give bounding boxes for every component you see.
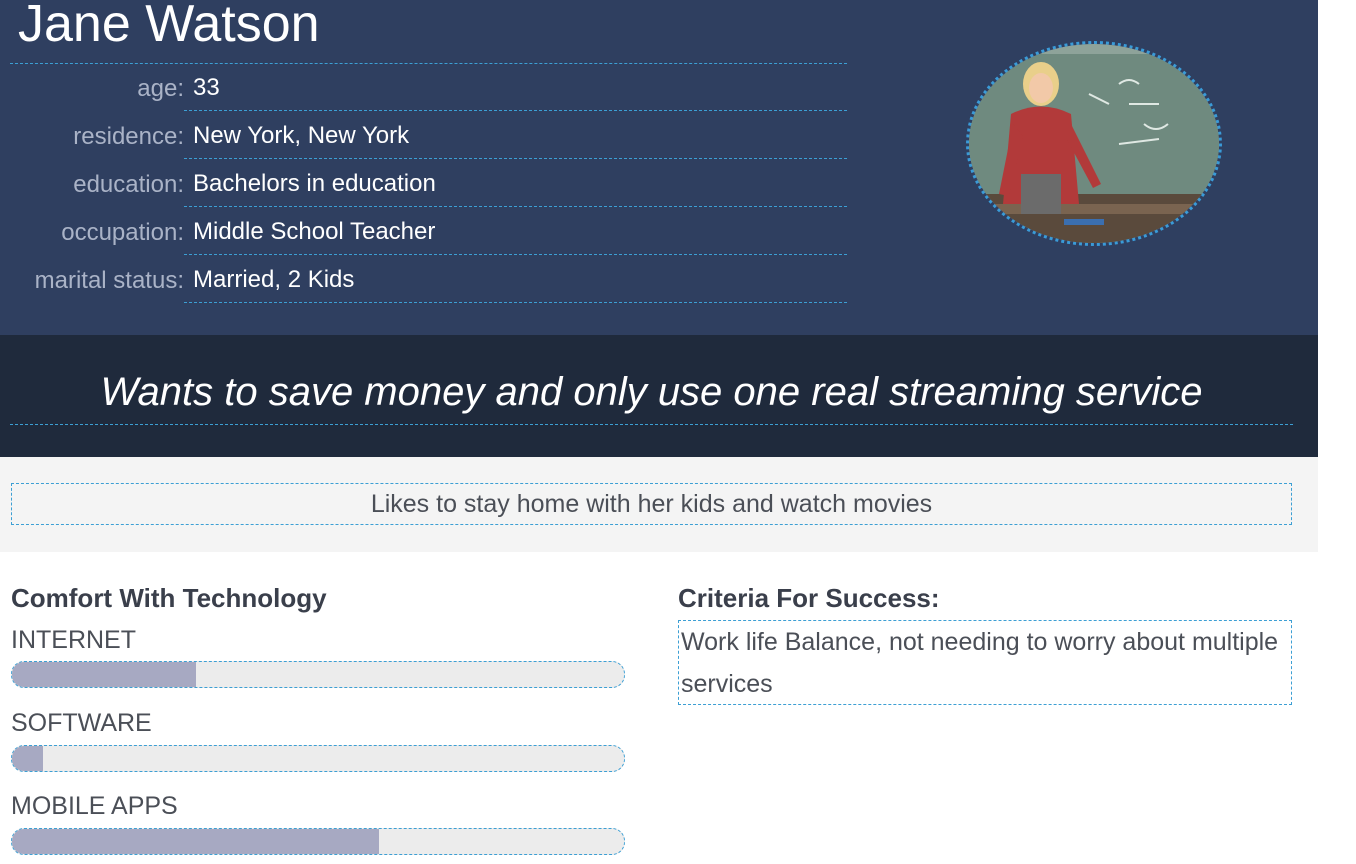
field-label: age: — [137, 75, 184, 102]
field-label: marital status: — [34, 267, 184, 294]
meter-fill — [12, 829, 380, 854]
meter-label-internet: INTERNET — [11, 626, 136, 654]
meter-internet[interactable] — [11, 661, 625, 688]
field-education: education: Bachelors in education — [0, 161, 848, 209]
meter-fill — [12, 662, 196, 687]
field-occupation: occupation: Middle School Teacher — [0, 209, 848, 257]
meter-fill — [12, 746, 43, 771]
persona-header: Jane Watson age: 33 residence: New York,… — [0, 0, 1318, 335]
field-label: education: — [73, 171, 184, 198]
field-value-marital-status[interactable]: Married, 2 Kids — [184, 257, 847, 303]
goal-band: Wants to save money and only use one rea… — [0, 335, 1318, 457]
field-value-education[interactable]: Bachelors in education — [184, 161, 847, 207]
field-label: occupation: — [61, 219, 184, 246]
meter-label-software: SOFTWARE — [11, 709, 152, 737]
field-label: residence: — [73, 123, 184, 150]
meter-mobile-apps[interactable] — [11, 828, 625, 855]
criteria-title: Criteria For Success: — [678, 583, 940, 613]
field-value-age[interactable]: 33 — [184, 65, 847, 111]
technology-title: Comfort With Technology — [11, 583, 327, 613]
teacher-photo-icon — [969, 44, 1219, 243]
goal-quote[interactable]: Wants to save money and only use one rea… — [10, 361, 1293, 425]
criteria-text[interactable]: Work life Balance, not needing to worry … — [678, 620, 1292, 705]
field-marital-status: marital status: Married, 2 Kids — [0, 257, 848, 305]
likes-text[interactable]: Likes to stay home with her kids and wat… — [11, 483, 1292, 525]
likes-band: Likes to stay home with her kids and wat… — [0, 457, 1318, 552]
field-age: age: 33 — [0, 65, 848, 113]
field-residence: residence: New York, New York — [0, 113, 848, 161]
persona-photo[interactable] — [966, 41, 1222, 246]
meter-label-mobile-apps: MOBILE APPS — [11, 792, 178, 820]
field-value-occupation[interactable]: Middle School Teacher — [184, 209, 847, 255]
meter-software[interactable] — [11, 745, 625, 772]
name-divider — [10, 63, 847, 64]
field-value-residence[interactable]: New York, New York — [184, 113, 847, 159]
persona-name: Jane Watson — [18, 0, 320, 53]
